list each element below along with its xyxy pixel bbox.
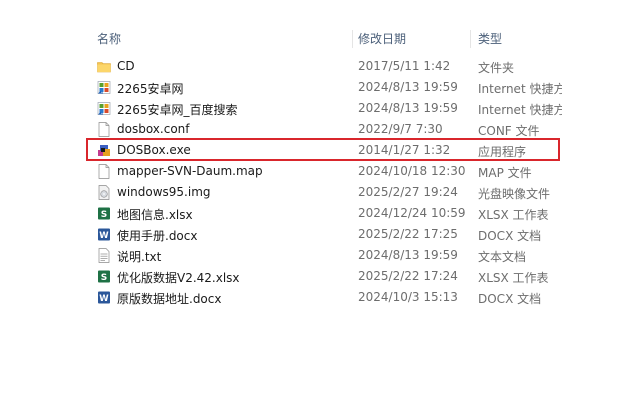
- file-row[interactable]: CD 2017/5/11 1:42 文件夹: [0, 56, 640, 77]
- file-row[interactable]: 2265安卓网_百度搜索 2024/8/13 19:59 Internet 快捷方式: [0, 98, 640, 119]
- file-row[interactable]: 2265安卓网 2024/8/13 19:59 Internet 快捷方式: [0, 77, 640, 98]
- file-type: XLSX 工作表: [478, 271, 549, 285]
- file-name: DOSBox.exe: [117, 143, 191, 157]
- file-name: 地图信息.xlsx: [117, 208, 193, 222]
- file-modified-date: 2025/2/22 17:24: [358, 269, 458, 283]
- dosbox-app-icon: [97, 143, 111, 158]
- text-file-icon: [97, 248, 111, 263]
- file-name: 优化版数据V2.42.xlsx: [117, 271, 240, 285]
- file-type: CONF 文件: [478, 124, 540, 138]
- blank-file-icon: [97, 164, 111, 179]
- file-modified-date: 2024/8/13 19:59: [358, 248, 458, 262]
- file-type: DOCX 文档: [478, 229, 542, 243]
- excel-icon: S: [97, 206, 111, 221]
- file-list: CD 2017/5/11 1:42 文件夹 2265安卓网 2024/8/13 19:5…: [0, 56, 640, 308]
- file-modified-date: 2024/8/13 19:59: [358, 80, 458, 94]
- file-modified-date: 2024/8/13 19:59: [358, 101, 458, 115]
- file-modified-date: 2022/9/7 7:30: [358, 122, 443, 136]
- file-name: 说明.txt: [117, 250, 162, 264]
- file-type: Internet 快捷方式: [478, 103, 562, 117]
- file-name: 原版数据地址.docx: [117, 292, 222, 306]
- file-row[interactable]: 说明.txt 2024/8/13 19:59 文本文档: [0, 245, 640, 266]
- file-type: 文本文档: [478, 250, 527, 264]
- column-header-type[interactable]: 类型: [478, 30, 502, 47]
- column-header-bar: 名称 修改日期 类型: [0, 0, 640, 48]
- column-header-date[interactable]: 修改日期: [358, 30, 406, 47]
- file-name: 2265安卓网_百度搜索: [117, 103, 238, 117]
- internet-shortcut-icon: [97, 101, 111, 116]
- file-type: XLSX 工作表: [478, 208, 549, 222]
- svg-text:W: W: [99, 231, 109, 241]
- file-row[interactable]: windows95.img 2025/2/27 19:24 光盘映像文件: [0, 182, 640, 203]
- file-row[interactable]: S 地图信息.xlsx 2024/12/24 10:59 XLSX 工作表: [0, 203, 640, 224]
- file-row[interactable]: W 使用手册.docx 2025/2/22 17:25 DOCX 文档: [0, 224, 640, 245]
- file-type: 文件夹: [478, 61, 515, 75]
- file-type: 应用程序: [478, 145, 527, 159]
- file-name: 使用手册.docx: [117, 229, 198, 243]
- file-row[interactable]: dosbox.conf 2022/9/7 7:30 CONF 文件: [0, 119, 640, 140]
- file-type: DOCX 文档: [478, 292, 542, 306]
- file-name: windows95.img: [117, 185, 211, 199]
- svg-text:W: W: [99, 294, 109, 304]
- file-modified-date: 2025/2/22 17:25: [358, 227, 458, 241]
- file-row[interactable]: W 原版数据地址.docx 2024/10/3 15:13 DOCX 文档: [0, 287, 640, 308]
- word-icon: W: [97, 227, 111, 242]
- file-type: Internet 快捷方式: [478, 82, 562, 96]
- file-type: MAP 文件: [478, 166, 532, 180]
- column-divider[interactable]: [470, 30, 471, 48]
- file-row[interactable]: S 优化版数据V2.42.xlsx 2025/2/22 17:24 XLSX 工作表: [0, 266, 640, 287]
- file-row[interactable]: mapper-SVN-Daum.map 2024/10/18 12:30 MAP 文…: [0, 161, 640, 182]
- file-name: mapper-SVN-Daum.map: [117, 164, 263, 178]
- file-modified-date: 2014/1/27 1:32: [358, 143, 451, 157]
- file-modified-date: 2024/10/18 12:30: [358, 164, 466, 178]
- column-divider[interactable]: [352, 30, 353, 48]
- disc-image-icon: [97, 185, 111, 200]
- file-explorer-view: 名称 修改日期 类型 CD 2017/5/11 1:42 文件夹 2265安卓网 202…: [0, 0, 640, 400]
- file-modified-date: 2017/5/11 1:42: [358, 59, 451, 73]
- blank-file-icon: [97, 122, 111, 137]
- svg-text:S: S: [101, 273, 107, 283]
- internet-shortcut-icon: [97, 80, 111, 95]
- excel-icon: S: [97, 269, 111, 284]
- file-modified-date: 2024/12/24 10:59: [358, 206, 466, 220]
- column-header-name[interactable]: 名称: [97, 30, 121, 47]
- word-icon: W: [97, 290, 111, 305]
- file-modified-date: 2025/2/27 19:24: [358, 185, 458, 199]
- file-name: dosbox.conf: [117, 122, 190, 136]
- file-name: CD: [117, 59, 135, 73]
- file-name: 2265安卓网: [117, 82, 184, 96]
- svg-text:S: S: [101, 210, 107, 220]
- file-type: 光盘映像文件: [478, 187, 551, 201]
- folder-icon: [97, 59, 111, 74]
- file-row[interactable]: DOSBox.exe 2014/1/27 1:32 应用程序: [0, 140, 640, 161]
- file-modified-date: 2024/10/3 15:13: [358, 290, 458, 304]
